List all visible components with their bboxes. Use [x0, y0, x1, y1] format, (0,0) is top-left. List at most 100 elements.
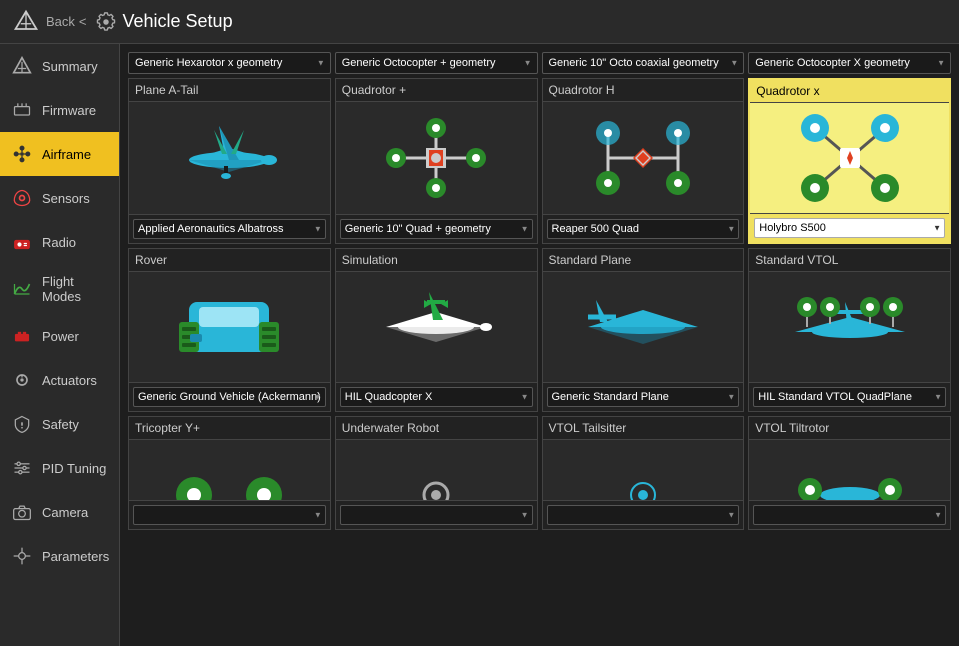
cell-select-rover[interactable]: Generic Ground Vehicle (Ackermann)	[133, 387, 326, 407]
grid-cell-vtol-tailsitter: VTOL Tailsitter	[542, 416, 745, 530]
back-button[interactable]: Back	[46, 14, 75, 29]
cell-select-wrapper-tricopter	[129, 500, 330, 529]
cell-select-underwater[interactable]	[340, 505, 533, 525]
cell-select-vtol-tailsitter[interactable]	[547, 505, 740, 525]
sidebar-item-sensors[interactable]: Sensors	[0, 176, 119, 220]
cell-select-tricopter[interactable]	[133, 505, 326, 525]
sidebar-item-summary[interactable]: Summary	[0, 44, 119, 88]
top-dropdown-octocopter-plus-select[interactable]: Generic Octocopter + geometry	[335, 52, 538, 74]
power-icon	[10, 324, 34, 348]
safety-icon	[10, 412, 34, 436]
cell-select-wrapper-quadrotor-plus: Generic 10" Quad + geometry	[336, 214, 537, 243]
content-area: Generic Hexarotor x geometry Generic Oct…	[120, 44, 959, 646]
top-dropdown-hexarotor-select[interactable]: Generic Hexarotor x geometry	[128, 52, 331, 74]
top-dropdown-octo-coaxial: Generic 10" Octo coaxial geometry	[542, 52, 745, 74]
cell-label-standard-vtol: Standard VTOL	[749, 249, 950, 272]
cell-select-wrapper-underwater	[336, 500, 537, 529]
cell-select-wrapper-standard-plane: Generic Standard Plane	[543, 382, 744, 411]
cell-image-quadrotor-h[interactable]	[543, 102, 744, 214]
top-dropdown-octocopter-x-select[interactable]: Generic Octocopter X geometry	[748, 52, 951, 74]
grid-cell-standard-plane: Standard Plane	[542, 248, 745, 412]
cell-image-tricopter[interactable]	[129, 440, 330, 500]
header-separator: <	[79, 14, 87, 29]
sidebar-item-airframe[interactable]: Airframe	[0, 132, 119, 176]
grid-cell-quadrotor-x: Quadrotor x	[748, 78, 951, 244]
cell-image-standard-plane[interactable]	[543, 272, 744, 382]
sidebar-item-radio[interactable]: Radio	[0, 220, 119, 264]
sensors-icon	[10, 186, 34, 210]
sidebar-item-firmware[interactable]: Firmware	[0, 88, 119, 132]
grid-cell-underwater: Underwater Robot	[335, 416, 538, 530]
grid-cell-quadrotor-h: Quadrotor H	[542, 78, 745, 244]
grid-cell-rover: Rover	[128, 248, 331, 412]
cell-label-vtol-tailsitter: VTOL Tailsitter	[543, 417, 744, 440]
cell-select-wrapper-vtol-tailsitter	[543, 500, 744, 529]
sidebar-label-flight-modes: Flight Modes	[42, 274, 109, 304]
cell-select-simulation[interactable]: HIL Quadcopter X	[340, 387, 533, 407]
logo-icon	[12, 8, 40, 36]
sidebar-label-summary: Summary	[42, 59, 98, 74]
sidebar-label-parameters: Parameters	[42, 549, 109, 564]
parameters-icon	[10, 544, 34, 568]
cell-image-rover[interactable]	[129, 272, 330, 382]
top-dropdown-octocopter-plus: Generic Octocopter + geometry	[335, 52, 538, 74]
sidebar-label-camera: Camera	[42, 505, 88, 520]
camera-icon	[10, 500, 34, 524]
pid-tuning-icon	[10, 456, 34, 480]
flight-modes-icon	[10, 277, 34, 301]
cell-select-wrapper-vtol-tiltrotor	[749, 500, 950, 529]
grid-cell-standard-vtol: Standard VTOL	[748, 248, 951, 412]
page-title: Vehicle Setup	[123, 11, 233, 32]
cell-image-standard-vtol[interactable]	[749, 272, 950, 382]
cell-select-quadrotor-h[interactable]: Reaper 500 Quad	[547, 219, 740, 239]
cell-label-rover: Rover	[129, 249, 330, 272]
summary-icon	[10, 54, 34, 78]
cell-image-quadrotor-x[interactable]	[750, 103, 949, 213]
cell-label-vtol-tiltrotor: VTOL Tiltrotor	[749, 417, 950, 440]
top-dropdowns: Generic Hexarotor x geometry Generic Oct…	[128, 52, 951, 74]
sidebar-item-safety[interactable]: Safety	[0, 402, 119, 446]
top-dropdown-octo-coaxial-select[interactable]: Generic 10" Octo coaxial geometry	[542, 52, 745, 74]
airframe-icon	[10, 142, 34, 166]
sidebar-label-firmware: Firmware	[42, 103, 96, 118]
sidebar-label-power: Power	[42, 329, 79, 344]
sidebar: Summary Firmware	[0, 44, 120, 646]
top-dropdown-octocopter-x: Generic Octocopter X geometry	[748, 52, 951, 74]
cell-select-wrapper-simulation: HIL Quadcopter X	[336, 382, 537, 411]
cell-select-standard-vtol[interactable]: HIL Standard VTOL QuadPlane	[753, 387, 946, 407]
cell-select-vtol-tiltrotor[interactable]	[753, 505, 946, 525]
cell-image-vtol-tailsitter[interactable]	[543, 440, 744, 500]
cell-select-wrapper-quadrotor-h: Reaper 500 Quad	[543, 214, 744, 243]
sidebar-item-power[interactable]: Power	[0, 314, 119, 358]
sidebar-item-pid-tuning[interactable]: PID Tuning	[0, 446, 119, 490]
gear-icon	[95, 11, 117, 33]
actuators-icon	[10, 368, 34, 392]
cell-image-underwater[interactable]	[336, 440, 537, 500]
firmware-icon	[10, 98, 34, 122]
sidebar-label-radio: Radio	[42, 235, 76, 250]
cell-select-quadrotor-x[interactable]: Holybro S500	[754, 218, 945, 238]
sidebar-item-camera[interactable]: Camera	[0, 490, 119, 534]
sidebar-item-actuators[interactable]: Actuators	[0, 358, 119, 402]
radio-icon	[10, 230, 34, 254]
cell-label-quadrotor-h: Quadrotor H	[543, 79, 744, 102]
sidebar-label-sensors: Sensors	[42, 191, 90, 206]
cell-image-quadrotor-plus[interactable]	[336, 102, 537, 214]
cell-image-simulation[interactable]	[336, 272, 537, 382]
sidebar-item-flight-modes[interactable]: Flight Modes	[0, 264, 119, 314]
cell-select-quadrotor-plus[interactable]: Generic 10" Quad + geometry	[340, 219, 533, 239]
sidebar-item-parameters[interactable]: Parameters	[0, 534, 119, 578]
sidebar-label-pid-tuning: PID Tuning	[42, 461, 106, 476]
cell-select-standard-plane[interactable]: Generic Standard Plane	[547, 387, 740, 407]
cell-image-vtol-tiltrotor[interactable]	[749, 440, 950, 500]
cell-image-plane-atail[interactable]	[129, 102, 330, 214]
grid-cell-tricopter: Tricopter Y+	[128, 416, 331, 530]
cell-label-underwater: Underwater Robot	[336, 417, 537, 440]
cell-label-simulation: Simulation	[336, 249, 537, 272]
sidebar-label-actuators: Actuators	[42, 373, 97, 388]
top-dropdown-hexarotor: Generic Hexarotor x geometry	[128, 52, 331, 74]
cell-select-plane-atail[interactable]: Applied Aeronautics Albatross	[133, 219, 326, 239]
grid-cell-plane-atail: Plane A-Tail	[128, 78, 331, 244]
vehicle-grid: Plane A-Tail	[128, 78, 951, 530]
grid-cell-vtol-tiltrotor: VTOL Tiltrotor	[748, 416, 951, 530]
